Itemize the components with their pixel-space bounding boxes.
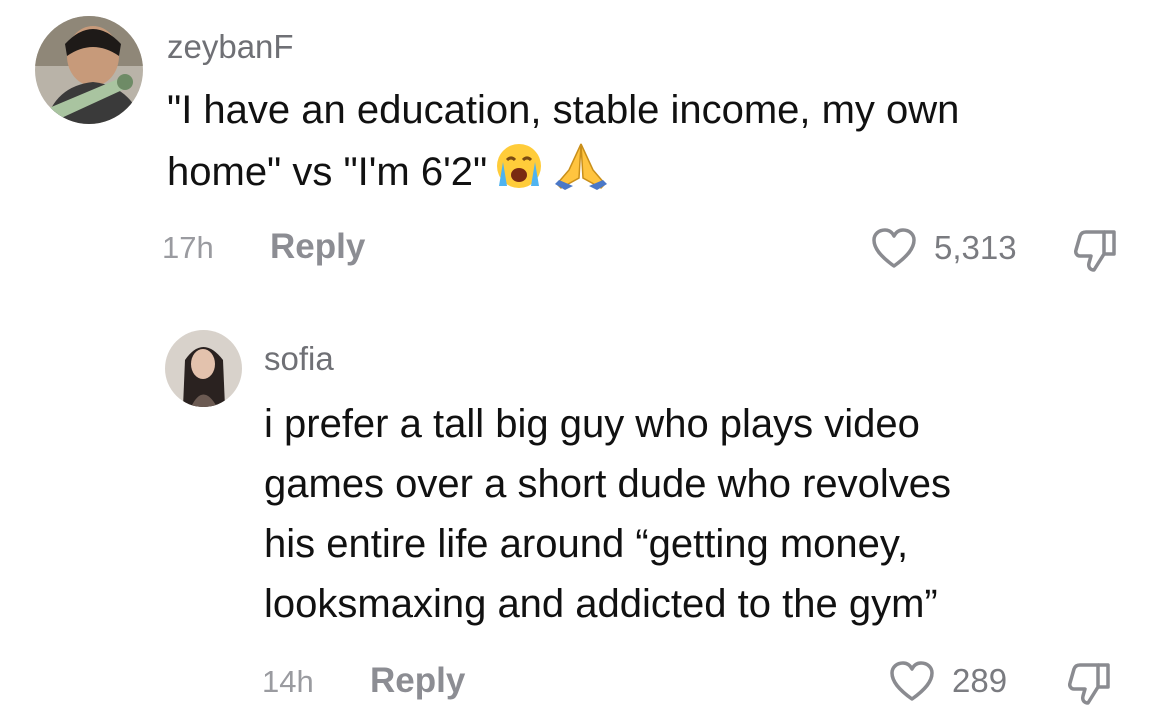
avatar[interactable]: [35, 16, 143, 124]
comment-text: "I have an education, stable income, my …: [167, 80, 959, 209]
comment-text-line: home" vs "I'm 6'2": [167, 150, 488, 195]
crying-face-emoji: [493, 140, 545, 209]
comment-text: i prefer a tall big guy who plays video …: [264, 394, 951, 634]
comment-text-line: i prefer a tall big guy who plays video: [264, 402, 920, 446]
folded-hands-emoji: [551, 140, 611, 209]
comment-text-line: looksmaxing and addicted to the gym”: [264, 582, 938, 626]
comment-username[interactable]: sofia: [264, 340, 334, 378]
comment-timestamp: 17h: [162, 230, 214, 265]
like-count: 289: [952, 662, 1008, 699]
comment-username[interactable]: zeybanF: [167, 28, 294, 66]
heart-outline-icon[interactable]: [888, 659, 936, 708]
comment-text-line: "I have an education, stable income, my …: [167, 88, 960, 132]
heart-outline-icon[interactable]: [870, 226, 918, 275]
comment-timestamp: 14h: [262, 664, 314, 699]
comment-text-line: his entire life around “getting money,: [264, 522, 909, 566]
thumbs-down-outline-icon[interactable]: [1072, 226, 1120, 279]
like-count: 5,313: [934, 229, 1017, 266]
thumbs-down-outline-icon[interactable]: [1066, 659, 1114, 712]
comment-text-line: games over a short dude who revolves: [264, 462, 952, 506]
avatar[interactable]: [165, 330, 242, 407]
reply-button[interactable]: Reply: [370, 661, 465, 701]
reply-button[interactable]: Reply: [270, 227, 365, 267]
